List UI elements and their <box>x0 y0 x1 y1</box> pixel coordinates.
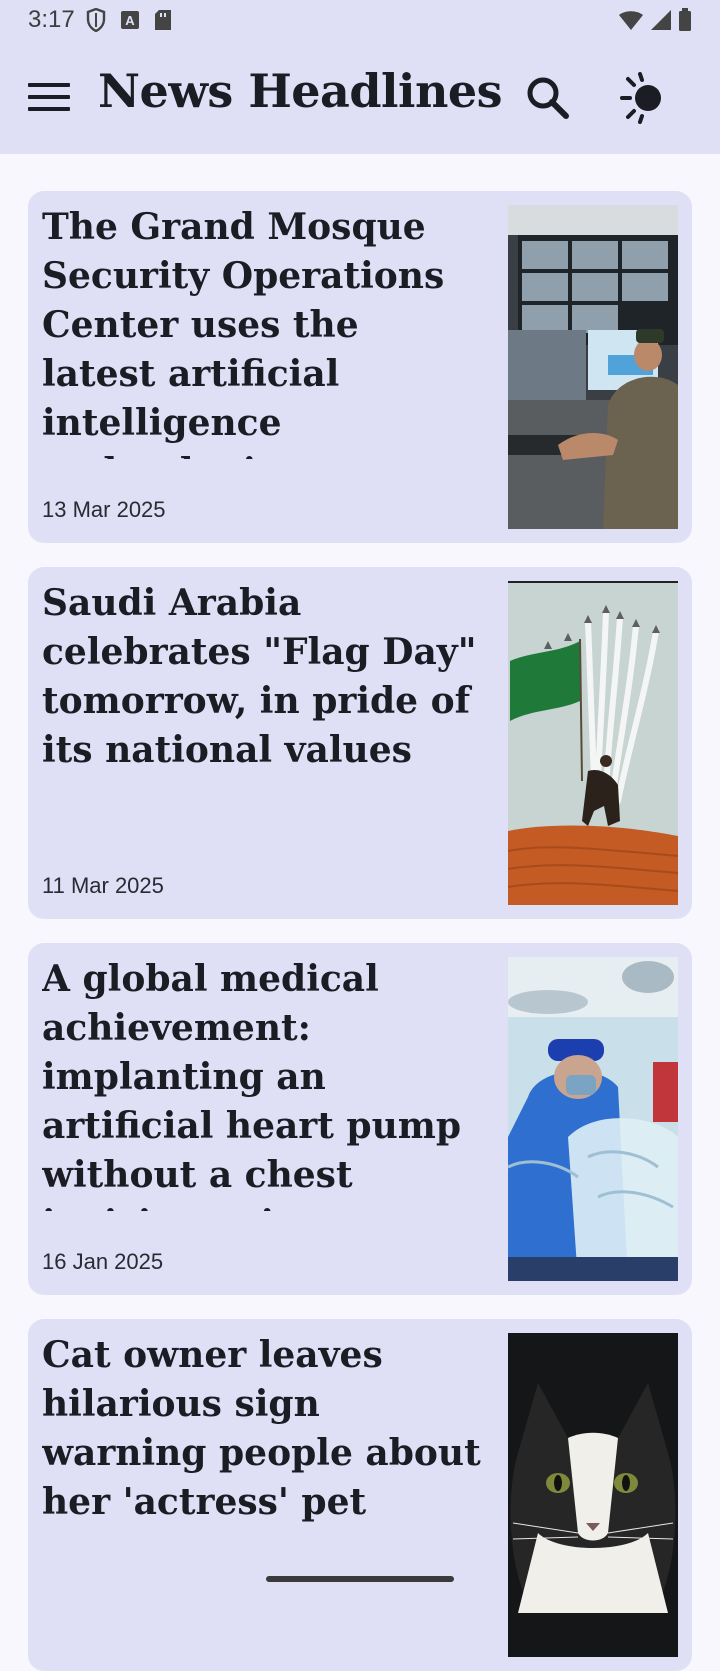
article-image[interactable] <box>508 1333 678 1657</box>
page-title: News Headlines <box>98 64 503 118</box>
cell-signal-icon <box>650 9 672 36</box>
top-app-bar: 3:17 A News Headlines <box>0 0 720 154</box>
home-indicator[interactable] <box>266 1576 454 1582</box>
article-image[interactable] <box>508 205 678 529</box>
article-card-3[interactable]: A global medical achievement: implanting… <box>28 943 692 1295</box>
black-white-cat-photo <box>508 1333 678 1657</box>
article-date: 16 Jan 2025 <box>42 1249 164 1274</box>
article-card-2[interactable]: Saudi Arabia celebrates "Flag Day" tomor… <box>28 567 692 919</box>
svg-text:A: A <box>125 13 135 28</box>
article-card-1[interactable]: The Grand Mosque Security Operations Cen… <box>28 191 692 543</box>
robotic-surgery-photo <box>508 957 678 1281</box>
sd-card-icon <box>154 9 172 36</box>
security-control-room-photo <box>508 205 678 529</box>
theme-toggle-button[interactable] <box>618 72 674 124</box>
article-title[interactable]: Saudi Arabia celebrates "Flag Day" tomor… <box>42 579 482 835</box>
article-date: 11 Mar 2025 <box>42 873 164 898</box>
wifi-icon <box>618 9 644 36</box>
battery-icon <box>678 8 692 37</box>
hamburger-menu-icon <box>28 83 72 120</box>
article-card-4[interactable]: Cat owner leaves hilarious sign warning … <box>28 1319 692 1671</box>
status-time: 3:17 <box>28 6 75 33</box>
theme-toggle-icon <box>618 72 674 128</box>
article-image[interactable] <box>508 581 678 905</box>
article-image[interactable] <box>508 957 678 1281</box>
status-bar: 3:17 A <box>0 0 720 42</box>
search-icon <box>524 77 572 126</box>
search-button[interactable] <box>524 74 572 122</box>
saudi-flag-rider-photo <box>508 581 678 905</box>
shield-icon <box>86 7 106 37</box>
article-title[interactable]: A global medical achievement: implanting… <box>42 955 482 1211</box>
status-left-icons: A <box>86 7 172 37</box>
article-title[interactable]: The Grand Mosque Security Operations Cen… <box>42 203 482 459</box>
article-date: 13 Mar 2025 <box>42 497 166 522</box>
font-a-icon: A <box>120 10 140 35</box>
menu-button[interactable] <box>28 80 72 116</box>
article-title[interactable]: Cat owner leaves hilarious sign warning … <box>42 1331 482 1587</box>
status-right-icons <box>618 8 692 37</box>
